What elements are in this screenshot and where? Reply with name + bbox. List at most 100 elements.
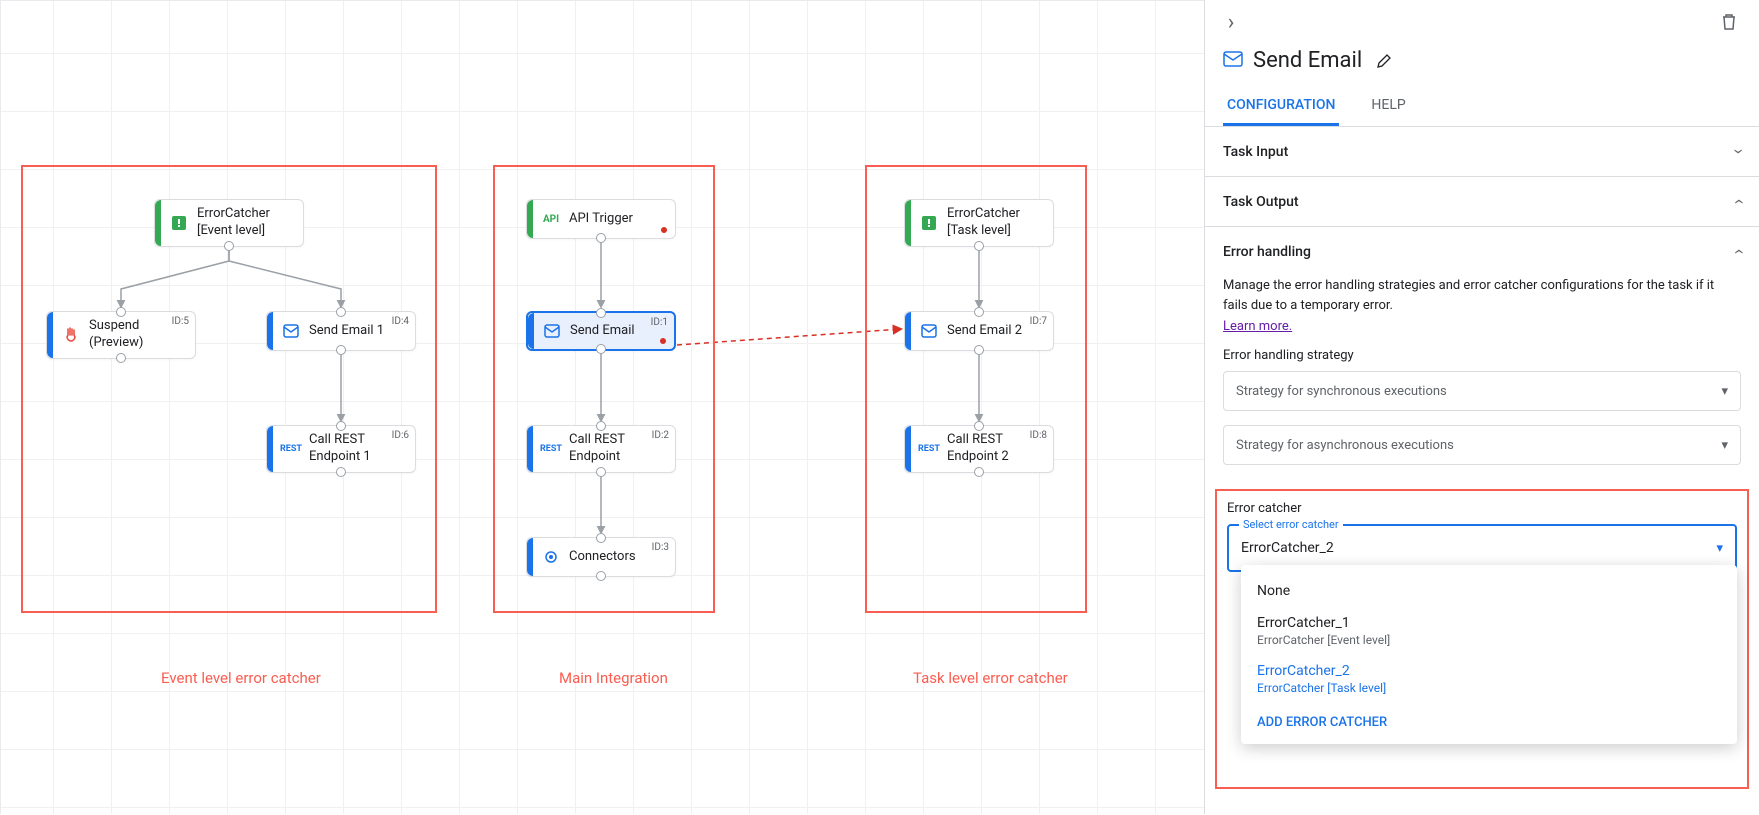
tab-configuration[interactable]: CONFIGURATION [1223, 87, 1339, 126]
collapse-panel-button[interactable] [1219, 10, 1243, 34]
rest-icon: REST [281, 439, 301, 459]
port-out[interactable] [116, 353, 126, 363]
port-in[interactable] [336, 421, 346, 431]
node-id: ID:1 [651, 317, 668, 328]
error-icon [169, 213, 189, 233]
sync-strategy-select[interactable]: Strategy for synchronous executions ▾ [1223, 371, 1741, 411]
port-in[interactable] [974, 421, 984, 431]
section-title: Error handling [1223, 244, 1311, 260]
group-label-event: Event level error catcher [161, 669, 321, 687]
collapse-icon [1728, 249, 1749, 254]
port-out[interactable] [224, 241, 234, 251]
port-in[interactable] [596, 533, 606, 543]
port-in[interactable] [336, 307, 346, 317]
mail-icon [1223, 51, 1243, 71]
node-rest[interactable]: REST Call REST Endpoint ID:2 [526, 425, 676, 473]
select-float-label: Select error catcher [1239, 518, 1343, 531]
node-id: ID:3 [652, 542, 669, 553]
error-catcher-highlight-box: Error catcher Select error catcher Error… [1215, 489, 1749, 789]
rest-icon: REST [541, 439, 561, 459]
connectors-icon [541, 547, 561, 567]
node-error-catcher-event[interactable]: ErrorCatcher [Event level] [154, 199, 304, 247]
async-strategy-select[interactable]: Strategy for asynchronous executions ▾ [1223, 425, 1741, 465]
node-suspend[interactable]: Suspend (Preview) ID:5 [46, 311, 196, 359]
port-out[interactable] [596, 467, 606, 477]
node-label: API Trigger [569, 211, 633, 228]
panel-title: Send Email [1253, 48, 1362, 73]
mail-icon [281, 321, 301, 341]
option-secondary: ErrorCatcher [Task level] [1257, 681, 1721, 695]
option-primary: None [1257, 583, 1290, 599]
chevron-down-icon: ▾ [1721, 438, 1728, 453]
learn-more-link[interactable]: Learn more. [1223, 319, 1292, 334]
rest-icon: REST [919, 439, 939, 459]
port-out[interactable] [974, 467, 984, 477]
strategy-label: Error handling strategy [1223, 348, 1741, 363]
side-panel: Send Email CONFIGURATION HELP Task Input… [1204, 0, 1759, 814]
node-label: Send Email 1 [309, 323, 384, 340]
node-id: ID:4 [392, 316, 409, 327]
chevron-down-icon: ▾ [1721, 384, 1728, 399]
port-out[interactable] [974, 241, 984, 251]
mail-icon [542, 321, 562, 341]
option-primary: ErrorCatcher_1 [1257, 615, 1350, 631]
port-out[interactable] [596, 571, 606, 581]
node-rest-2[interactable]: REST Call REST Endpoint 2 ID:8 [904, 425, 1054, 473]
node-rest-1[interactable]: REST Call REST Endpoint 1 ID:6 [266, 425, 416, 473]
node-error-catcher-task[interactable]: ErrorCatcher [Task level] [904, 199, 1054, 247]
port-in[interactable] [974, 307, 984, 317]
node-api-trigger[interactable]: API API Trigger [526, 199, 676, 239]
dropdown-option-none[interactable]: None [1241, 575, 1737, 607]
node-id: ID:8 [1030, 430, 1047, 441]
node-label: ErrorCatcher [Task level] [947, 206, 1045, 240]
node-label: Send Email [570, 323, 635, 340]
node-label: Connectors [569, 549, 636, 566]
delete-button[interactable] [1717, 10, 1741, 34]
select-placeholder: Strategy for asynchronous executions [1236, 438, 1454, 453]
error-catcher-dropdown: None ErrorCatcher_1 ErrorCatcher [Event … [1241, 565, 1737, 744]
section-title: Task Input [1223, 144, 1288, 160]
port-in[interactable] [116, 307, 126, 317]
error-icon [919, 213, 939, 233]
error-handling-description: Manage the error handling strategies and… [1223, 276, 1741, 315]
node-connectors[interactable]: Connectors ID:3 [526, 537, 676, 577]
dropdown-option-2[interactable]: ErrorCatcher_2 ErrorCatcher [Task level] [1241, 655, 1737, 703]
section-task-input[interactable]: Task Input [1205, 127, 1759, 176]
option-secondary: ErrorCatcher [Event level] [1257, 633, 1721, 647]
canvas[interactable]: Event level error catcher Main Integrati… [0, 0, 1204, 814]
node-send-email-2[interactable]: Send Email 2 ID:7 [904, 311, 1054, 351]
node-send-email-1[interactable]: Send Email 1 ID:4 [266, 311, 416, 351]
hand-icon [61, 325, 81, 345]
error-indicator-icon [661, 227, 667, 233]
collapse-icon [1728, 199, 1749, 204]
group-label-task: Task level error catcher [913, 669, 1068, 687]
select-value: ErrorCatcher_2 [1241, 540, 1334, 556]
edit-title-button[interactable] [1372, 49, 1396, 73]
dropdown-option-1[interactable]: ErrorCatcher_1 ErrorCatcher [Event level… [1241, 607, 1737, 655]
port-in[interactable] [596, 421, 606, 431]
add-error-catcher-button[interactable]: ADD ERROR CATCHER [1241, 703, 1737, 734]
port-out[interactable] [596, 344, 606, 354]
port-out[interactable] [336, 467, 346, 477]
group-label-main: Main Integration [559, 669, 668, 687]
node-id: ID:5 [172, 316, 189, 327]
option-primary: ErrorCatcher_2 [1257, 663, 1350, 679]
chevron-down-icon: ▾ [1716, 541, 1723, 556]
port-out[interactable] [336, 345, 346, 355]
section-error-handling[interactable]: Error handling [1205, 227, 1759, 276]
section-task-output[interactable]: Task Output [1205, 177, 1759, 226]
port-out[interactable] [596, 233, 606, 243]
node-send-email[interactable]: Send Email ID:1 [526, 311, 676, 351]
node-label: ErrorCatcher [Event level] [197, 206, 295, 240]
node-id: ID:2 [652, 430, 669, 441]
port-out[interactable] [974, 345, 984, 355]
error-catcher-label: Error catcher [1227, 501, 1737, 516]
select-placeholder: Strategy for synchronous executions [1236, 384, 1447, 399]
node-id: ID:6 [392, 430, 409, 441]
port-in[interactable] [596, 308, 606, 318]
tab-help[interactable]: HELP [1367, 87, 1409, 126]
expand-icon [1728, 149, 1749, 154]
api-icon: API [541, 209, 561, 229]
error-indicator-icon [660, 338, 666, 344]
node-id: ID:7 [1030, 316, 1047, 327]
